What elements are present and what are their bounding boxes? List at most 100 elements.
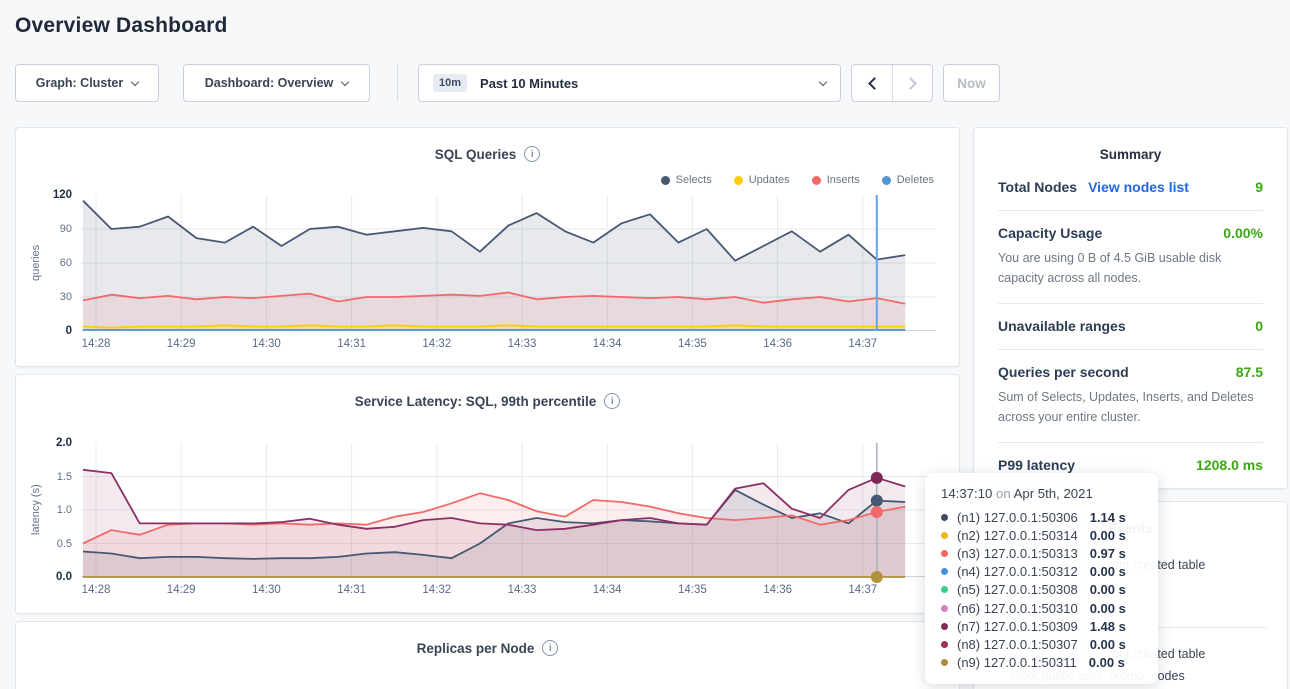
summary-row: Unavailable ranges0 [998,303,1263,349]
node-address: (n4) 127.0.0.1:50312 [957,564,1078,579]
x-tick-label: 14:29 [167,584,196,596]
info-icon[interactable]: i [604,393,620,409]
node-latency-value: 0.00 s [1090,637,1126,652]
time-range-label: Past 10 Minutes [480,76,578,91]
x-tick-label: 14:31 [337,584,366,596]
info-icon[interactable]: i [524,146,540,162]
time-range-dropdown[interactable]: 10m Past 10 Minutes [418,64,841,102]
summary-label: Capacity Usage [998,225,1102,241]
summary-label: Queries per second [998,364,1129,380]
x-tick-label: 14:32 [422,338,451,350]
controls-divider [397,64,398,102]
summary-rows: Total NodesView nodes list9Capacity Usag… [974,165,1287,488]
now-button[interactable]: Now [943,64,1000,102]
node-color-dot-icon [941,641,948,648]
x-tick-label: 14:37 [848,338,877,350]
tooltip-node-row: (n3) 127.0.0.1:50313 0.97 s [941,544,1142,562]
sql-queries-chart-panel: SQL Queries i Selects Updates Inserts Deletes… [15,127,960,367]
node-address: (n7) 127.0.0.1:50309 [957,619,1078,634]
y-tick-label: 120 [20,189,72,201]
dashboard-dropdown[interactable]: Dashboard: Overview [183,64,370,102]
summary-row: Capacity Usage 0.00% You are using 0 B of … [998,210,1263,303]
view-nodes-list-link[interactable]: View nodes list [1088,179,1189,195]
node-latency-value: 0.00 s [1090,582,1126,597]
chart-title: SQL Queries [435,147,517,162]
legend-item[interactable]: Deletes [882,174,934,186]
x-tick-label: 14:33 [508,338,537,350]
replicas-per-node-chart-panel: Replicas per Nodei [15,621,960,689]
x-tick-label: 14:29 [167,338,196,350]
node-color-dot-icon [941,623,948,630]
summary-description: You are using 0 B of 4.5 GiB usable disk… [998,248,1263,288]
legend-label: Deletes [897,174,934,186]
time-prev-button[interactable] [852,65,892,101]
y-tick-label: 90 [20,223,72,235]
summary-value: 1208.0 ms [1196,457,1263,473]
node-color-dot-icon [941,532,948,539]
info-icon[interactable]: i [542,640,558,656]
legend-dot-icon [661,176,670,185]
summary-panel: Summary Total NodesView nodes list9Capac… [973,127,1288,489]
chevron-right-icon [904,77,917,90]
page-title: Overview Dashboard [0,0,1290,38]
chevron-left-icon [868,77,881,90]
tooltip-node-row: (n9) 127.0.0.1:503110.00 s [941,654,1142,672]
tooltip-node-rows: (n1) 127.0.0.1:503061.14 s(n2) 127.0.0.1… [941,508,1142,672]
legend-dot-icon [734,176,743,185]
node-address: (n3) 127.0.0.1:50313 [957,546,1078,561]
tooltip-node-row: (n6) 127.0.0.1:50310 0.00 s [941,599,1142,617]
y-tick-label: 0.0 [20,571,72,583]
time-nav-group [851,64,933,102]
charts-column: SQL Queries i Selects Updates Inserts Deletes… [15,127,960,689]
summary-row: Queries per second 87.5 Sum of Selects, Up… [998,349,1263,442]
service-latency-chart-panel: Service Latency: SQL, 99th percentileila… [15,374,960,614]
node-latency-value: 0.00 s [1090,528,1126,543]
time-range-badge: 10m [433,74,467,92]
node-color-dot-icon [941,586,948,593]
tooltip-node-row: (n1) 127.0.0.1:503061.14 s [941,508,1142,526]
legend-item[interactable]: Updates [734,174,790,186]
x-tick-label: 14:35 [678,338,707,350]
summary-value: 0 [1255,318,1263,334]
x-tick-label: 14:34 [593,584,622,596]
x-tick-label: 14:28 [82,584,111,596]
tooltip-node-row: (n7) 127.0.0.1:50309 1.48 s [941,617,1142,635]
chevron-down-icon [131,77,139,85]
tooltip-node-row: (n8) 127.0.0.1:50307 0.00 s [941,635,1142,653]
overview-dashboard-page: Overview Dashboard Graph: Cluster Dashbo… [0,0,1290,689]
node-color-dot-icon [941,568,948,575]
summary-heading: Summary [974,128,1287,165]
x-tick-label: 14:36 [763,338,792,350]
y-tick-label: 1.5 [20,471,72,483]
chart-title: Service Latency: SQL, 99th percentile [355,394,597,409]
legend-label: Selects [676,174,712,186]
legend-label: Updates [749,174,790,186]
summary-value: 9 [1255,179,1263,195]
tooltip-node-row: (n4) 127.0.0.1:50312 0.00 s [941,563,1142,581]
node-address: (n8) 127.0.0.1:50307 [957,637,1078,652]
x-tick-label: 14:30 [252,584,281,596]
summary-value: 0.00% [1223,225,1263,241]
node-latency-value: 0.00 s [1090,564,1126,579]
node-latency-value: 0.00 s [1089,655,1125,670]
legend-item[interactable]: Inserts [812,174,860,186]
time-next-button[interactable] [892,65,932,101]
node-latency-value: 0.97 s [1090,546,1126,561]
chart-plot-area[interactable] [81,195,936,331]
graph-dropdown[interactable]: Graph: Cluster [15,64,159,102]
y-tick-label: 60 [20,257,72,269]
summary-description: Sum of Selects, Updates, Inserts, and De… [998,387,1263,427]
node-latency-value: 1.48 s [1090,619,1126,634]
node-address: (n1) 127.0.0.1:50306 [957,510,1078,525]
chevron-down-icon [819,77,827,85]
node-address: (n6) 127.0.0.1:50310 [957,601,1078,616]
node-latency-value: 0.00 s [1090,601,1126,616]
legend-dot-icon [812,176,821,185]
legend-item[interactable]: Selects [661,174,712,186]
summary-value: 87.5 [1236,364,1263,380]
chart-plot-area[interactable] [81,443,936,577]
y-tick-label: 30 [20,291,72,303]
x-tick-label: 14:32 [422,584,451,596]
tooltip-node-row: (n2) 127.0.0.1:503140.00 s [941,526,1142,544]
legend-dot-icon [882,176,891,185]
